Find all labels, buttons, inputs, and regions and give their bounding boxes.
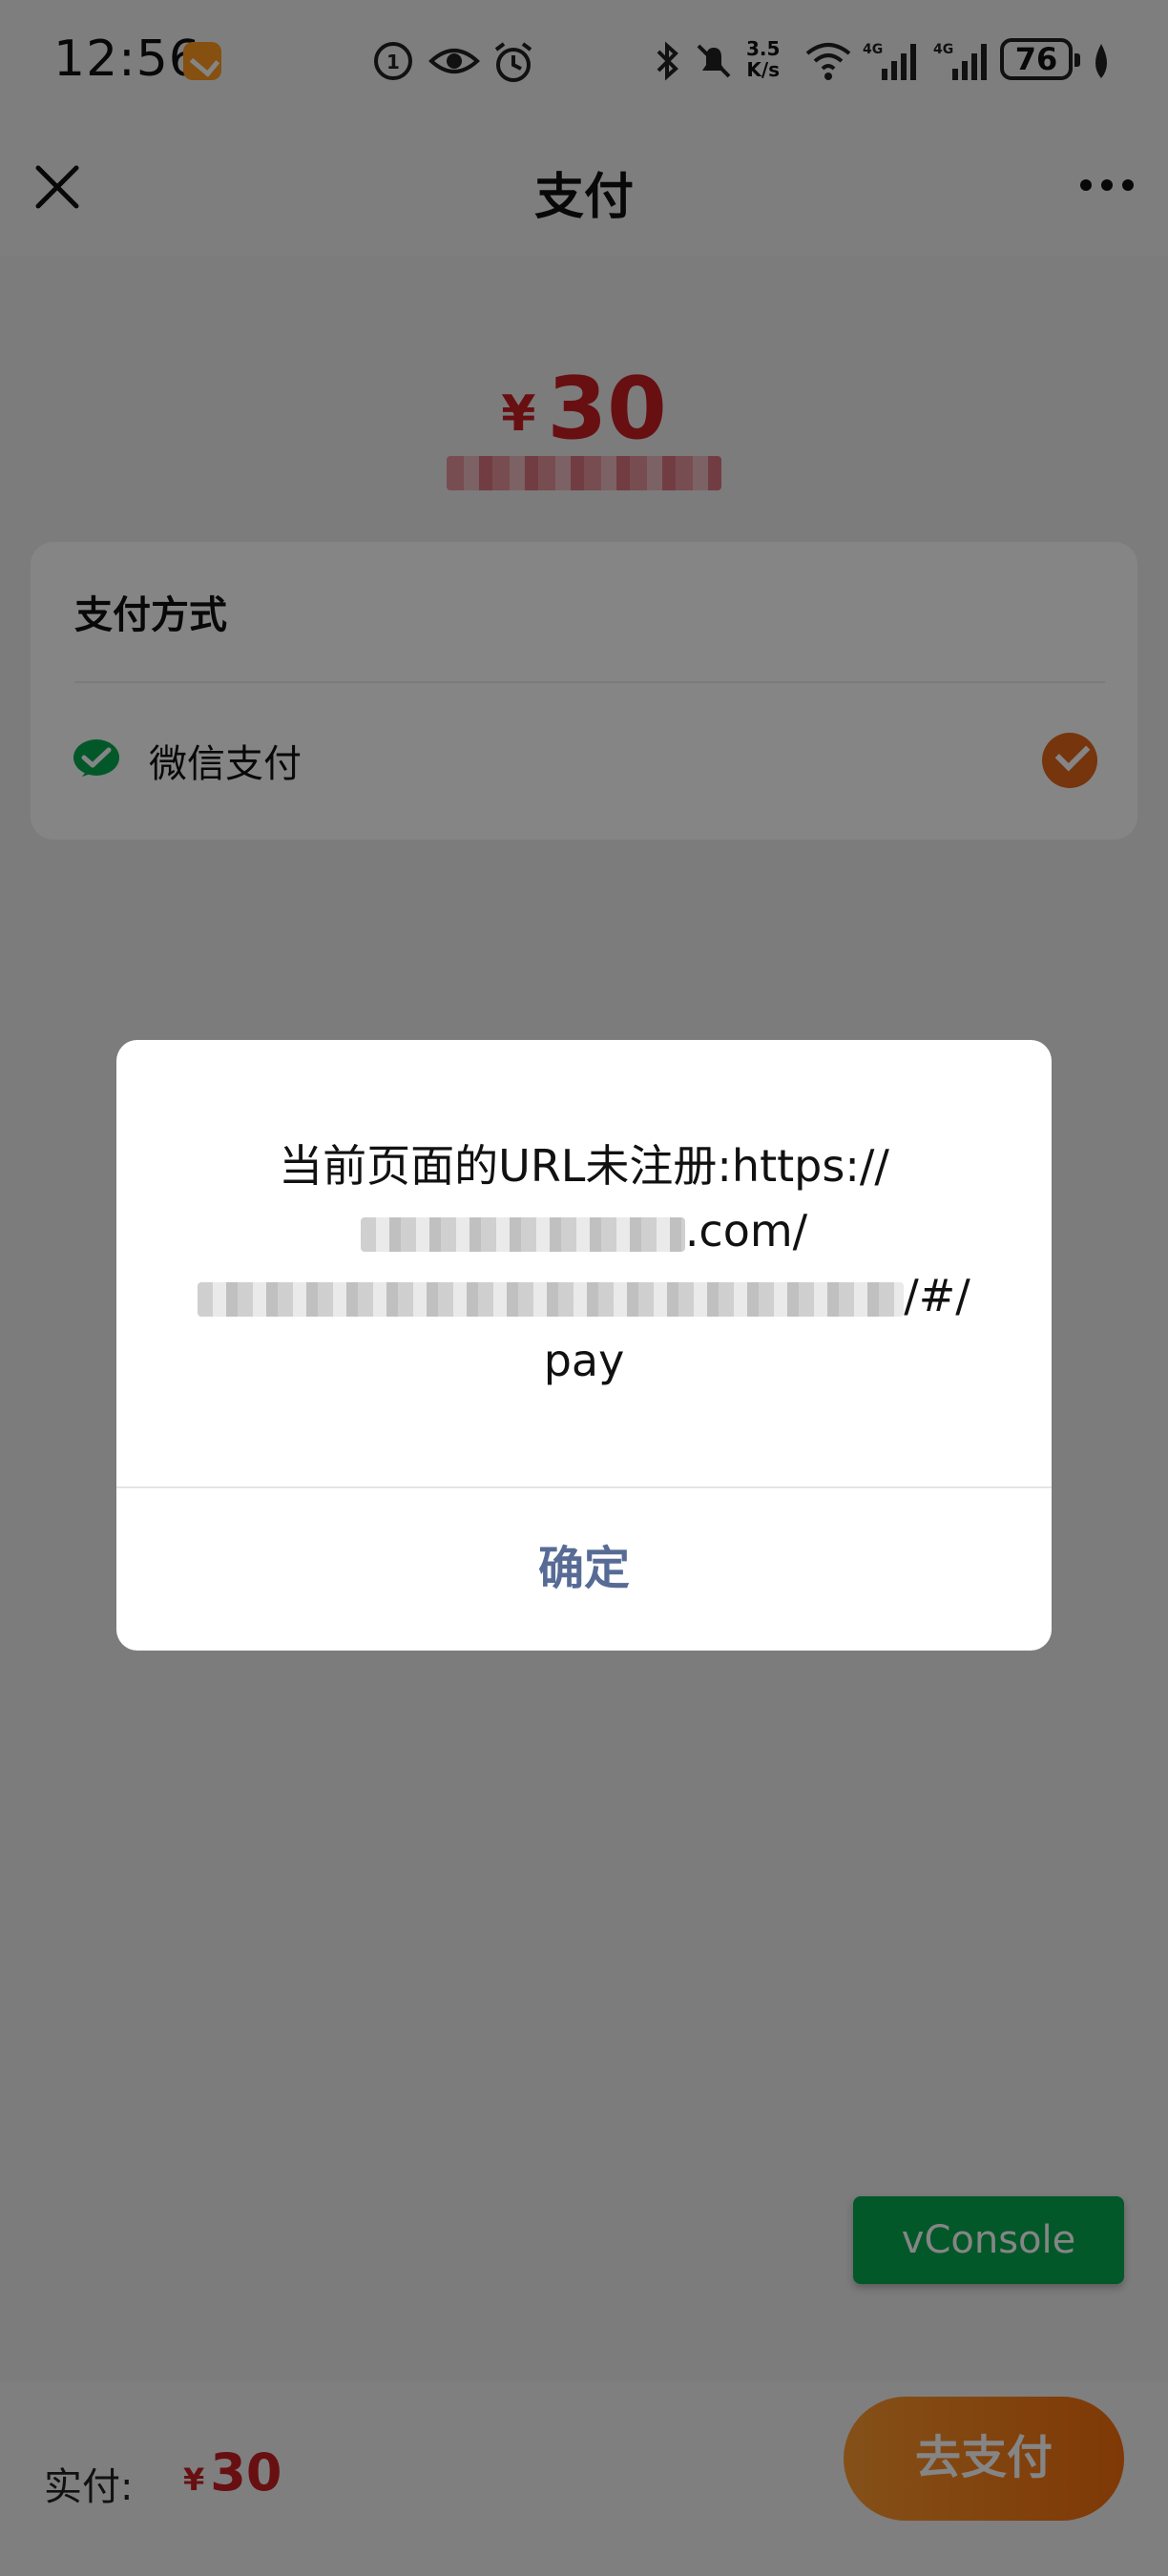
dialog-message-line-2: .com/ xyxy=(174,1198,994,1263)
dialog-message-line-4: pay xyxy=(543,1335,625,1386)
dialog-message-line-1: 当前页面的URL未注册:https:// xyxy=(279,1140,889,1192)
confirm-button[interactable]: 确定 xyxy=(116,1488,1052,1651)
dialog-message: 当前页面的URL未注册:https:// .com/ /#/ pay xyxy=(174,1133,994,1393)
redacted-path xyxy=(198,1281,905,1317)
dialog-message-line-3: /#/ xyxy=(174,1263,994,1328)
redacted-domain xyxy=(360,1216,685,1252)
url-not-registered-dialog: 当前页面的URL未注册:https:// .com/ /#/ pay 确定 xyxy=(116,1040,1052,1651)
